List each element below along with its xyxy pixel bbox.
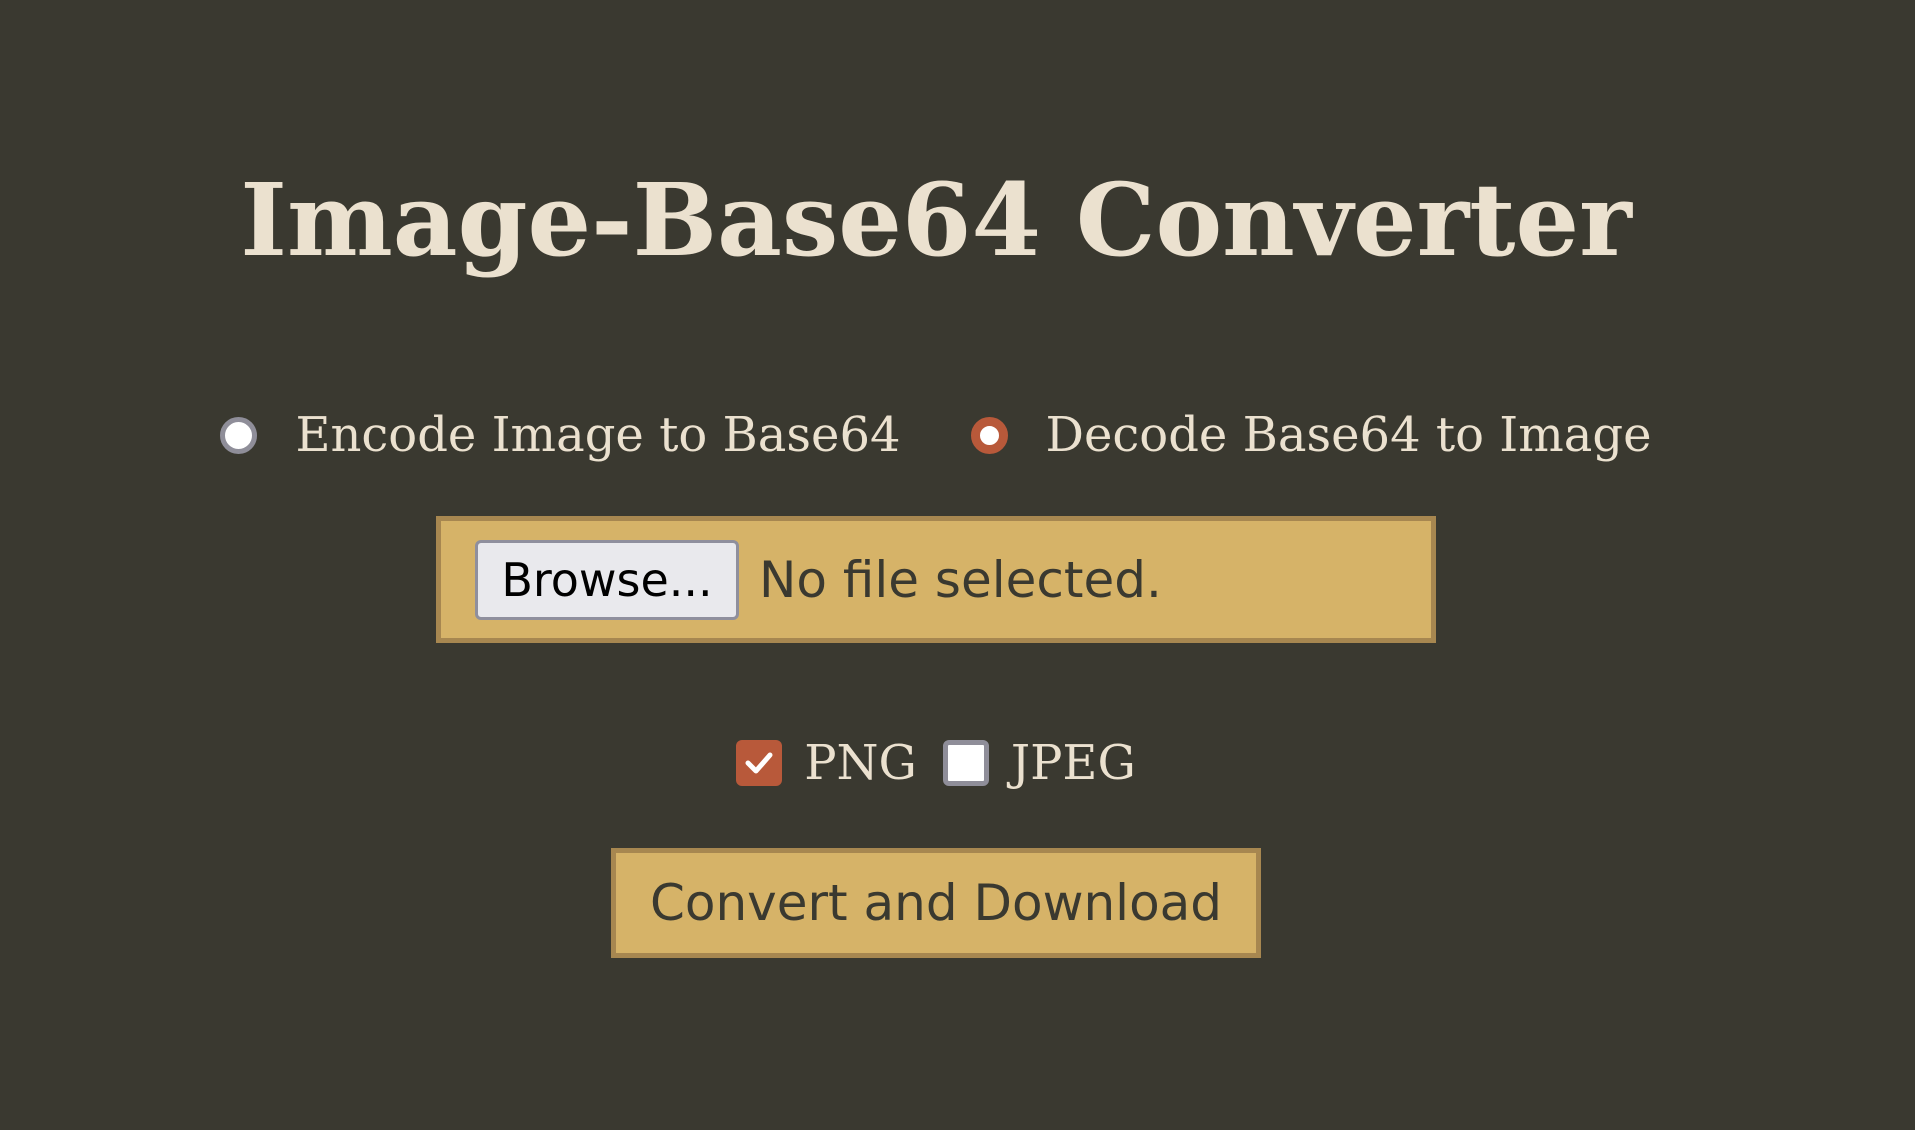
encode-radio[interactable]	[220, 416, 258, 454]
png-option[interactable]: PNG	[736, 735, 917, 791]
file-input-area: Browse... No file selected.	[436, 516, 1436, 643]
png-label: PNG	[804, 735, 917, 791]
jpeg-checkbox[interactable]	[942, 740, 989, 786]
png-checkbox[interactable]	[736, 740, 783, 786]
decode-label: Decode Base64 to Image	[1045, 407, 1652, 463]
checkmark-icon	[745, 752, 773, 774]
encode-option[interactable]: Encode Image to Base64	[220, 407, 901, 463]
browse-button[interactable]: Browse...	[475, 539, 739, 620]
file-status: No file selected.	[759, 550, 1162, 609]
jpeg-option[interactable]: JPEG	[942, 735, 1136, 791]
decode-option[interactable]: Decode Base64 to Image	[970, 407, 1652, 463]
convert-download-button[interactable]: Convert and Download	[611, 848, 1261, 958]
encode-label: Encode Image to Base64	[295, 407, 901, 463]
mode-selector: Encode Image to Base64 Decode Base64 to …	[0, 400, 1872, 470]
decode-radio[interactable]	[970, 416, 1008, 454]
jpeg-label: JPEG	[1010, 735, 1136, 791]
page-title: Image-Base64 Converter	[240, 161, 1632, 279]
format-selector: PNG JPEG	[0, 728, 1872, 798]
